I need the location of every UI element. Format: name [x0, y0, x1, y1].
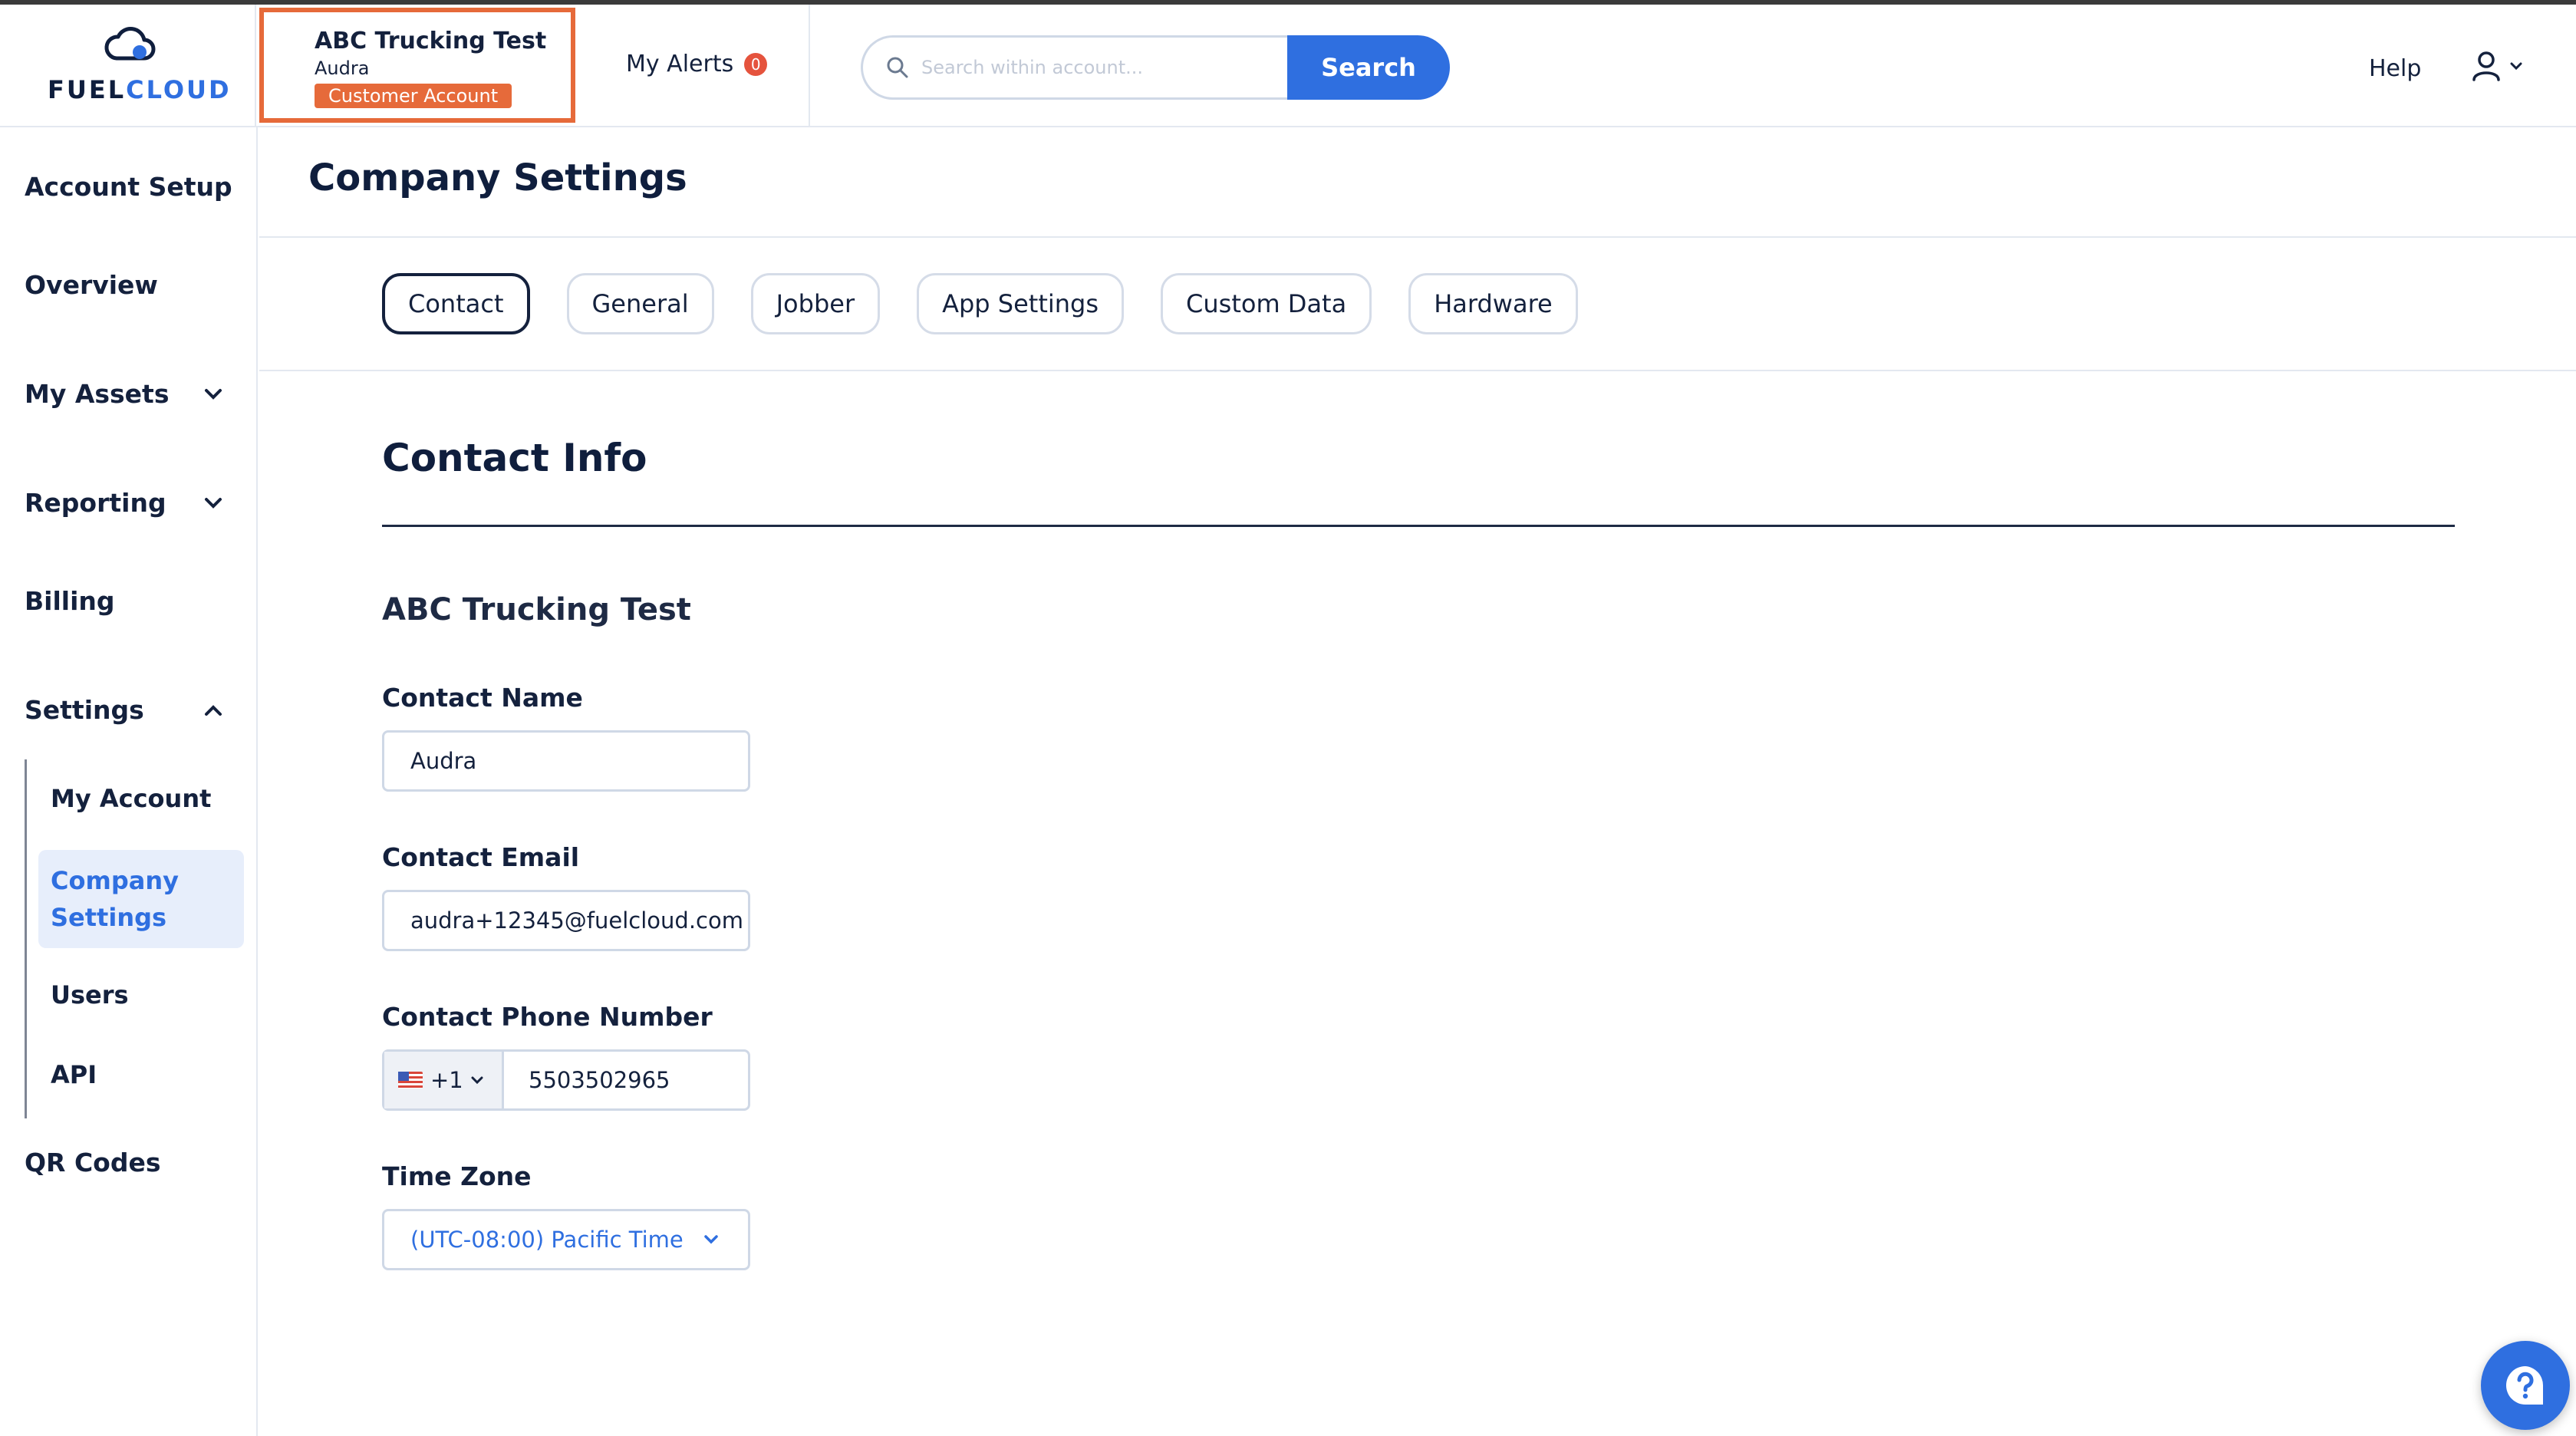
us-flag-icon: [398, 1072, 423, 1089]
sidebar-item-my-assets[interactable]: My Assets: [25, 379, 169, 409]
search-field-box[interactable]: [861, 35, 1287, 100]
tab-general[interactable]: General: [566, 273, 714, 334]
tab-contact[interactable]: Contact: [382, 273, 530, 334]
sidebar-item-company-settings[interactable]: Company Settings: [38, 850, 244, 948]
account-type-badge: Customer Account: [315, 84, 512, 108]
sidebar-item-reporting[interactable]: Reporting: [25, 488, 166, 518]
account-search: Search: [861, 35, 1450, 100]
header-divider: [809, 5, 810, 127]
phone-country-code: +1: [430, 1067, 463, 1093]
time-zone-value: (UTC-08:00) Pacific Time: [410, 1227, 684, 1253]
sidebar-item-billing[interactable]: Billing: [25, 586, 115, 616]
contact-phone-input[interactable]: 5503502965: [504, 1052, 670, 1108]
company-name: ABC Trucking Test: [382, 592, 691, 627]
user-icon: [2472, 51, 2500, 81]
tab-hardware[interactable]: Hardware: [1408, 273, 1578, 334]
user-menu[interactable]: [2472, 51, 2522, 81]
chevron-up-icon[interactable]: [204, 704, 222, 716]
search-button[interactable]: Search: [1287, 35, 1450, 100]
chevron-down-icon: [2510, 62, 2522, 71]
sidebar-item-overview[interactable]: Overview: [25, 270, 158, 300]
section-title: Contact Info: [382, 436, 647, 480]
sidebar-item-account-setup[interactable]: Account Setup: [25, 172, 232, 202]
contact-email-label: Contact Email: [382, 842, 580, 872]
account-user: Audra: [315, 58, 370, 79]
sidebar-item-my-account[interactable]: My Account: [51, 784, 211, 813]
alerts-label: My Alerts: [626, 51, 734, 77]
tab-app-settings[interactable]: App Settings: [917, 273, 1125, 334]
sidebar-item-users[interactable]: Users: [51, 980, 129, 1009]
help-chat-button[interactable]: [2481, 1341, 2570, 1430]
company-settings-label-line2: Settings: [51, 903, 167, 932]
my-alerts-link[interactable]: My Alerts 0: [626, 51, 768, 77]
tab-custom-data[interactable]: Custom Data: [1161, 273, 1372, 334]
page-title: Company Settings: [308, 156, 687, 199]
chevron-down-icon: [471, 1076, 483, 1085]
chevron-down-icon: [703, 1235, 718, 1244]
title-divider: [259, 236, 2576, 238]
sidebar-item-qr-codes[interactable]: QR Codes: [25, 1148, 161, 1177]
chevron-down-icon[interactable]: [204, 388, 222, 400]
search-input[interactable]: [921, 57, 1274, 78]
contact-name-label: Contact Name: [382, 683, 583, 713]
alerts-count-badge: 0: [744, 52, 768, 76]
contact-name-input[interactable]: Audra: [382, 730, 750, 792]
search-icon: [887, 57, 908, 78]
logo-wordmark: FUELCLOUD: [48, 75, 232, 104]
contact-email-input[interactable]: audra+12345@fuelcloud.com: [382, 890, 750, 951]
tabs-divider: [259, 370, 2576, 371]
contact-phone-field: +1 5503502965: [382, 1049, 750, 1111]
sidebar-nav: Account Setup Overview My Assets Reporti…: [0, 127, 258, 1436]
account-switcher[interactable]: ABC Trucking Test Audra Customer Account: [259, 8, 575, 123]
help-question-icon: [2505, 1366, 2544, 1405]
cloud-logo-icon: [104, 27, 156, 61]
settings-tabs: Contact General Jobber App Settings Cust…: [382, 273, 1578, 334]
time-zone-label: Time Zone: [382, 1161, 532, 1191]
phone-country-select[interactable]: +1: [384, 1052, 504, 1108]
contact-phone-label: Contact Phone Number: [382, 1002, 713, 1032]
settings-submenu-line: [25, 759, 27, 1118]
tab-jobber[interactable]: Jobber: [750, 273, 881, 334]
fuelcloud-logo[interactable]: FUELCLOUD: [0, 5, 256, 127]
chevron-down-icon[interactable]: [204, 497, 222, 509]
help-link[interactable]: Help: [2369, 55, 2421, 82]
sidebar-item-api[interactable]: API: [51, 1060, 97, 1089]
sidebar-item-settings[interactable]: Settings: [25, 695, 144, 725]
account-name: ABC Trucking Test: [315, 28, 547, 54]
top-header: FUELCLOUD ABC Trucking Test Audra Custom…: [0, 5, 2576, 127]
section-divider: [382, 525, 2455, 527]
company-settings-label-line1: Company: [51, 866, 179, 895]
time-zone-select[interactable]: (UTC-08:00) Pacific Time: [382, 1209, 750, 1270]
